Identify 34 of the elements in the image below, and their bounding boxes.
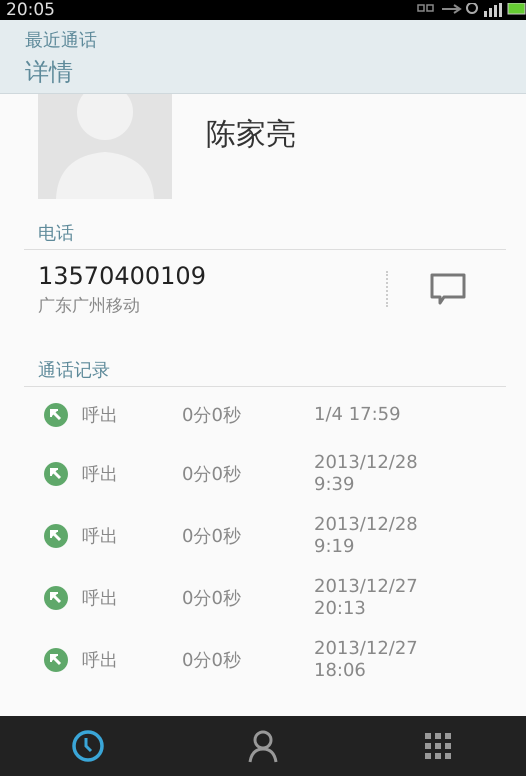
- call-type: 呼出: [82, 404, 119, 427]
- person-icon: [248, 729, 278, 763]
- call-time: 1/4 17:59: [314, 404, 402, 426]
- contact-name: 陈家亮: [206, 116, 296, 154]
- message-icon[interactable]: [430, 273, 466, 305]
- outgoing-call-icon: [44, 648, 68, 672]
- outgoing-call-icon: [44, 524, 68, 548]
- call-time: 2013/12/28 9:19: [314, 514, 419, 558]
- call-duration: 0分0秒: [182, 649, 242, 672]
- squares-icon: [417, 4, 434, 12]
- outgoing-call-icon: [44, 462, 68, 486]
- page-title: 详情: [25, 57, 73, 88]
- call-type: 呼出: [82, 587, 119, 610]
- phone-location: 广东广州移动: [38, 294, 140, 316]
- section-heading: 通话记录: [24, 328, 506, 387]
- dialpad-icon: [423, 731, 454, 761]
- call-time: 2013/12/27 20:13: [314, 576, 419, 620]
- call-duration: 0分0秒: [182, 587, 242, 610]
- clock-time: 20:05: [6, 0, 55, 20]
- outgoing-call-icon: [44, 586, 68, 610]
- section-heading: 电话: [24, 199, 506, 250]
- signal-icon: [484, 3, 502, 17]
- call-type: 呼出: [82, 463, 119, 486]
- battery-icon: [508, 3, 526, 14]
- call-time: 2013/12/27 18:06: [314, 638, 419, 682]
- call-duration: 0分0秒: [182, 463, 242, 486]
- clock-icon: [70, 729, 105, 763]
- call-duration: 0分0秒: [182, 525, 242, 548]
- phone-number[interactable]: 13570400109: [38, 262, 206, 290]
- call-time: 2013/12/28 9:39: [314, 452, 419, 496]
- outgoing-call-icon: [44, 403, 68, 427]
- call-duration: 0分0秒: [182, 404, 242, 427]
- call-type: 呼出: [82, 525, 119, 548]
- call-type: 呼出: [82, 649, 119, 672]
